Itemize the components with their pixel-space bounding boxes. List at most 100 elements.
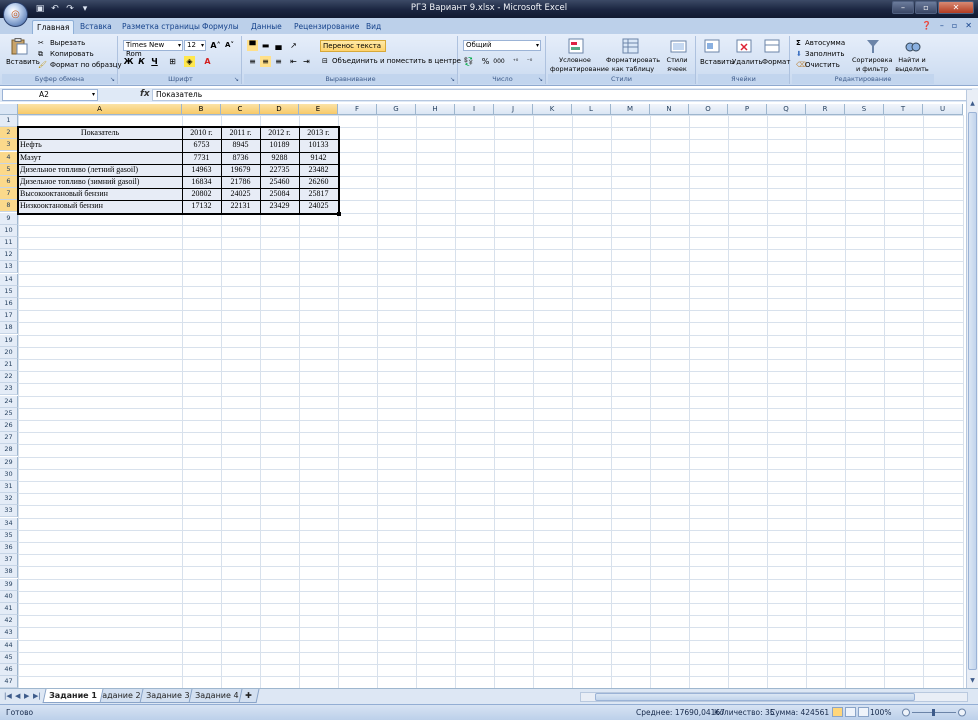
column-header-G[interactable]: G — [377, 104, 416, 115]
row-header-20[interactable]: 20 — [0, 346, 18, 359]
row-header-28[interactable]: 28 — [0, 444, 18, 457]
align-left-icon[interactable]: ≡ — [247, 56, 258, 67]
cell-C6[interactable]: 21786 — [221, 176, 260, 188]
formula-input[interactable]: Показатель — [152, 89, 972, 101]
dialog-launcher-icon[interactable]: ↘ — [450, 76, 455, 83]
cell-C8[interactable]: 22131 — [221, 200, 260, 212]
row-header-1[interactable]: 1 — [0, 115, 18, 127]
cell-E8[interactable]: 24025 — [299, 200, 338, 212]
cell-D7[interactable]: 25084 — [260, 188, 299, 200]
cell-A8[interactable]: Низкооктановый бензин — [18, 200, 182, 212]
tab-page-layout[interactable]: Разметка страницы — [118, 20, 204, 34]
ribbon-minimize-icon[interactable]: – — [940, 21, 944, 30]
scroll-down-icon[interactable]: ▼ — [968, 677, 977, 686]
cell-C2[interactable]: 2011 г. — [221, 127, 260, 139]
last-sheet-icon[interactable]: ▶| — [33, 692, 41, 700]
row-header-26[interactable]: 26 — [0, 420, 18, 432]
copy-button[interactable]: Копировать — [50, 50, 94, 59]
cell-D5[interactable]: 22735 — [260, 164, 299, 176]
decrease-indent-icon[interactable]: ⇤ — [288, 56, 299, 67]
tab-view[interactable]: Вид — [362, 20, 385, 34]
row-header-40[interactable]: 40 — [0, 590, 18, 603]
row-header-5[interactable]: 5 — [0, 163, 18, 176]
row-header-47[interactable]: 47 — [0, 676, 18, 688]
column-header-S[interactable]: S — [845, 104, 884, 115]
row-header-42[interactable]: 42 — [0, 615, 18, 628]
first-sheet-icon[interactable]: |◀ — [4, 692, 12, 700]
thousands-button[interactable]: 000 — [492, 56, 506, 67]
italic-button[interactable]: К — [136, 56, 147, 67]
column-header-Q[interactable]: Q — [767, 104, 806, 115]
wrap-text-button[interactable]: Перенос текста — [320, 40, 386, 52]
column-header-B[interactable]: B — [182, 104, 221, 115]
row-header-3[interactable]: 3 — [0, 139, 18, 152]
paste-button[interactable]: Вставить — [6, 58, 40, 67]
sheet-tab-3[interactable]: Задание 3 — [139, 689, 196, 703]
tab-review[interactable]: Рецензирование — [290, 20, 363, 34]
underline-button[interactable]: Ч — [149, 56, 160, 67]
cell-C5[interactable]: 19679 — [221, 164, 260, 176]
row-header-19[interactable]: 19 — [0, 334, 18, 347]
cell-B3[interactable]: 6753 — [182, 139, 221, 151]
column-header-U[interactable]: U — [923, 104, 963, 115]
row-header-4[interactable]: 4 — [0, 151, 18, 164]
insert-sheet-button[interactable]: ✚ — [238, 689, 260, 703]
row-header-24[interactable]: 24 — [0, 395, 18, 408]
column-header-M[interactable]: M — [611, 104, 650, 115]
row-header-15[interactable]: 15 — [0, 285, 18, 298]
column-header-H[interactable]: H — [416, 104, 455, 115]
column-header-T[interactable]: T — [884, 104, 923, 115]
clear-button[interactable]: Очистить — [805, 61, 840, 70]
cell-A5[interactable]: Дизельное топливо (летний gasoil) — [18, 164, 182, 176]
column-header-F[interactable]: F — [338, 104, 377, 115]
row-header-46[interactable]: 46 — [0, 664, 18, 676]
column-header-N[interactable]: N — [650, 104, 689, 115]
row-header-17[interactable]: 17 — [0, 310, 18, 323]
tab-data[interactable]: Данные — [247, 20, 286, 34]
row-header-39[interactable]: 39 — [0, 578, 18, 591]
row-header-35[interactable]: 35 — [0, 529, 18, 542]
name-box[interactable]: A2 ▾ — [2, 89, 98, 101]
page-layout-view-icon[interactable] — [845, 707, 856, 717]
cell-B7[interactable]: 20802 — [182, 188, 221, 200]
column-header-I[interactable]: I — [455, 104, 494, 115]
row-header-16[interactable]: 16 — [0, 298, 18, 310]
row-header-2[interactable]: 2 — [0, 127, 18, 140]
row-header-38[interactable]: 38 — [0, 566, 18, 579]
office-button[interactable]: ◎ — [3, 2, 28, 27]
autosum-button[interactable]: Автосумма — [805, 39, 845, 48]
row-header-25[interactable]: 25 — [0, 407, 18, 420]
number-format-select[interactable]: Общий ▾ — [463, 40, 541, 51]
dialog-launcher-icon[interactable]: ↘ — [538, 76, 543, 83]
format-cells-button[interactable]: Формат — [762, 58, 790, 67]
row-header-29[interactable]: 29 — [0, 456, 18, 469]
row-header-44[interactable]: 44 — [0, 639, 18, 652]
scroll-up-icon[interactable]: ▲ — [968, 100, 977, 109]
cell-D3[interactable]: 10189 — [260, 139, 299, 151]
normal-view-icon[interactable] — [832, 707, 843, 717]
row-header-12[interactable]: 12 — [0, 249, 18, 262]
row-header-31[interactable]: 31 — [0, 481, 18, 493]
font-color-icon[interactable]: A — [202, 56, 213, 67]
prev-sheet-icon[interactable]: ◀ — [15, 692, 20, 700]
align-top-icon[interactable]: ▀ — [247, 40, 258, 51]
column-header-C[interactable]: C — [221, 104, 260, 115]
insert-function-button[interactable]: fx — [140, 89, 150, 99]
column-header-O[interactable]: O — [689, 104, 728, 115]
bold-button[interactable]: Ж — [123, 56, 134, 67]
format-as-table-button[interactable]: Форматировать как таблицу — [606, 56, 660, 74]
shrink-font-icon[interactable]: A˅ — [224, 40, 235, 51]
row-header-21[interactable]: 21 — [0, 359, 18, 371]
row-header-7[interactable]: 7 — [0, 188, 18, 201]
insert-cells-button[interactable]: Вставить — [700, 58, 734, 67]
row-header-27[interactable]: 27 — [0, 432, 18, 445]
increase-decimal-icon[interactable]: ⁺⁰ — [510, 56, 521, 67]
cell-E4[interactable]: 9142 — [299, 152, 338, 164]
zoom-slider[interactable] — [902, 708, 966, 717]
align-center-icon[interactable]: ≡ — [260, 56, 271, 67]
cell-E6[interactable]: 26260 — [299, 176, 338, 188]
cell-C7[interactable]: 24025 — [221, 188, 260, 200]
dialog-launcher-icon[interactable]: ↘ — [110, 76, 115, 83]
merge-center-button[interactable]: Объединить и поместить в центре — [332, 57, 461, 66]
row-header-9[interactable]: 9 — [0, 212, 18, 225]
